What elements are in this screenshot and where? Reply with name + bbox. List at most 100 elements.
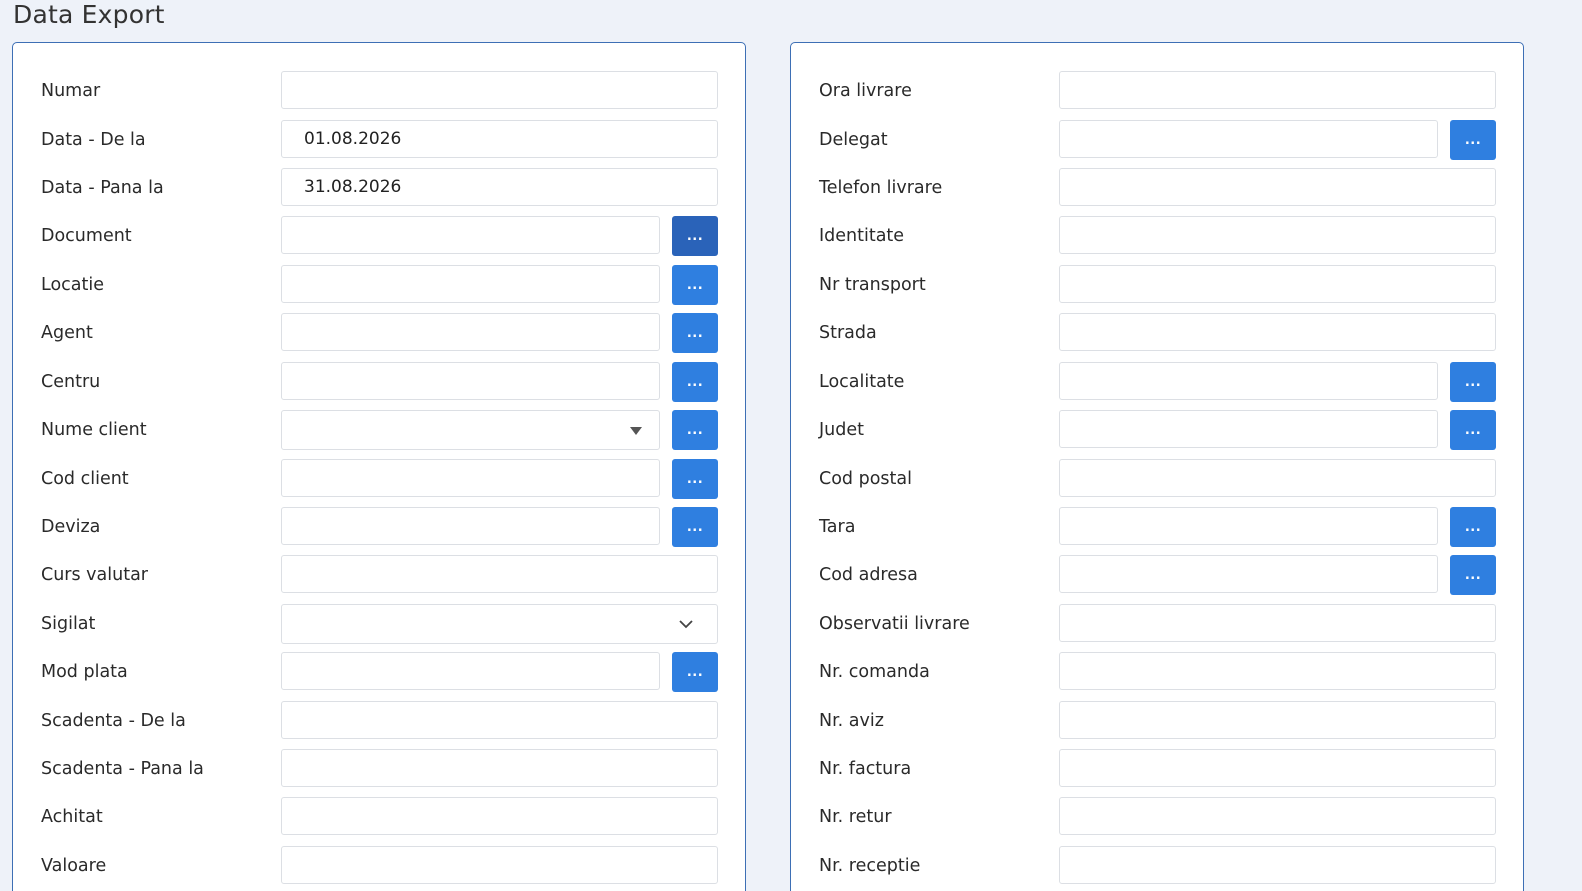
row-cod-client: Cod client ... bbox=[13, 459, 745, 499]
data-de-la-input[interactable]: 01.08.2026 bbox=[281, 120, 718, 158]
localitate-input[interactable] bbox=[1059, 362, 1438, 400]
scadenta-pana-la-input[interactable] bbox=[281, 749, 718, 787]
centru-label: Centru bbox=[41, 372, 101, 392]
row-centru: Centru ... bbox=[13, 362, 745, 402]
strada-input[interactable] bbox=[1059, 313, 1496, 351]
document-input[interactable] bbox=[281, 216, 660, 254]
nr-transport-input[interactable] bbox=[1059, 265, 1496, 303]
deviza-label: Deviza bbox=[41, 517, 101, 537]
nr-aviz-label: Nr. aviz bbox=[819, 711, 884, 731]
agent-input[interactable] bbox=[281, 313, 660, 351]
mod-plata-label: Mod plata bbox=[41, 662, 128, 682]
row-document: Document ... bbox=[13, 216, 745, 256]
centru-lookup-button[interactable]: ... bbox=[672, 362, 718, 402]
row-judet: Judet ... bbox=[791, 410, 1523, 450]
ora-livrare-input[interactable] bbox=[1059, 71, 1496, 109]
deviza-lookup-button[interactable]: ... bbox=[672, 507, 718, 547]
identitate-input[interactable] bbox=[1059, 216, 1496, 254]
curs-valutar-input[interactable] bbox=[281, 555, 718, 593]
cod-postal-input[interactable] bbox=[1059, 459, 1496, 497]
nr-transport-label: Nr transport bbox=[819, 275, 926, 295]
cod-adresa-lookup-button[interactable]: ... bbox=[1450, 555, 1496, 595]
row-valoare: Valoare bbox=[13, 846, 745, 886]
valoare-label: Valoare bbox=[41, 856, 107, 876]
judet-lookup-button[interactable]: ... bbox=[1450, 410, 1496, 450]
row-telefon-livrare: Telefon livrare bbox=[791, 168, 1523, 208]
row-observatii-livrare: Observatii livrare bbox=[791, 604, 1523, 644]
nr-retur-input[interactable] bbox=[1059, 797, 1496, 835]
valoare-input[interactable] bbox=[281, 846, 718, 884]
locatie-label: Locatie bbox=[41, 275, 104, 295]
row-locatie: Locatie ... bbox=[13, 265, 745, 305]
row-nr-receptie: Nr. receptie bbox=[791, 846, 1523, 886]
nume-client-combobox[interactable] bbox=[281, 410, 660, 450]
filter-panel-left: Numar Data - De la 01.08.2026 Data - Pan… bbox=[12, 42, 746, 891]
row-scadenta-pana-la: Scadenta - Pana la bbox=[13, 749, 745, 789]
deviza-input[interactable] bbox=[281, 507, 660, 545]
chevron-down-icon bbox=[679, 620, 693, 629]
tara-lookup-button[interactable]: ... bbox=[1450, 507, 1496, 547]
document-lookup-button[interactable]: ... bbox=[672, 216, 718, 256]
observatii-livrare-label: Observatii livrare bbox=[819, 614, 970, 634]
nr-factura-label: Nr. factura bbox=[819, 759, 912, 779]
delegat-lookup-button[interactable]: ... bbox=[1450, 120, 1496, 160]
judet-label: Judet bbox=[819, 420, 864, 440]
scadenta-de-la-input[interactable] bbox=[281, 701, 718, 739]
cod-client-input[interactable] bbox=[281, 459, 660, 497]
localitate-label: Localitate bbox=[819, 372, 905, 392]
nr-receptie-label: Nr. receptie bbox=[819, 856, 921, 876]
nr-comanda-label: Nr. comanda bbox=[819, 662, 930, 682]
row-localitate: Localitate ... bbox=[791, 362, 1523, 402]
nr-receptie-input[interactable] bbox=[1059, 846, 1496, 884]
row-delegat: Delegat ... bbox=[791, 120, 1523, 160]
row-nr-aviz: Nr. aviz bbox=[791, 701, 1523, 741]
delegat-input[interactable] bbox=[1059, 120, 1438, 158]
row-nume-client: Nume client ... bbox=[13, 410, 745, 450]
nr-aviz-input[interactable] bbox=[1059, 701, 1496, 739]
localitate-lookup-button[interactable]: ... bbox=[1450, 362, 1496, 402]
row-data-pana-la: Data - Pana la 31.08.2026 bbox=[13, 168, 745, 208]
row-scadenta-de-la: Scadenta - De la bbox=[13, 701, 745, 741]
achitat-label: Achitat bbox=[41, 807, 103, 827]
row-curs-valutar: Curs valutar bbox=[13, 555, 745, 595]
row-strada: Strada bbox=[791, 313, 1523, 353]
cod-client-lookup-button[interactable]: ... bbox=[672, 459, 718, 499]
tara-input[interactable] bbox=[1059, 507, 1438, 545]
achitat-input[interactable] bbox=[281, 797, 718, 835]
numar-label: Numar bbox=[41, 81, 101, 101]
row-identitate: Identitate bbox=[791, 216, 1523, 256]
centru-input[interactable] bbox=[281, 362, 660, 400]
tara-label: Tara bbox=[819, 517, 856, 537]
caret-down-icon[interactable] bbox=[630, 427, 642, 435]
numar-input[interactable] bbox=[281, 71, 718, 109]
data-pana-la-input[interactable]: 31.08.2026 bbox=[281, 168, 718, 206]
agent-lookup-button[interactable]: ... bbox=[672, 313, 718, 353]
sigilat-select[interactable] bbox=[281, 604, 718, 644]
sigilat-label: Sigilat bbox=[41, 614, 96, 634]
row-data-de-la: Data - De la 01.08.2026 bbox=[13, 120, 745, 160]
row-tara: Tara ... bbox=[791, 507, 1523, 547]
telefon-livrare-input[interactable] bbox=[1059, 168, 1496, 206]
locatie-lookup-button[interactable]: ... bbox=[672, 265, 718, 305]
ora-livrare-label: Ora livrare bbox=[819, 81, 912, 101]
scadenta-pana-la-label: Scadenta - Pana la bbox=[41, 759, 204, 779]
row-ora-livrare: Ora livrare bbox=[791, 71, 1523, 111]
filter-panel-right: Ora livrare Delegat ... Telefon livrare … bbox=[790, 42, 1524, 891]
nr-comanda-input[interactable] bbox=[1059, 652, 1496, 690]
mod-plata-input[interactable] bbox=[281, 652, 660, 690]
row-deviza: Deviza ... bbox=[13, 507, 745, 547]
observatii-livrare-input[interactable] bbox=[1059, 604, 1496, 642]
delegat-label: Delegat bbox=[819, 130, 888, 150]
row-sigilat: Sigilat bbox=[13, 604, 745, 644]
row-agent: Agent ... bbox=[13, 313, 745, 353]
curs-valutar-label: Curs valutar bbox=[41, 565, 148, 585]
row-numar: Numar bbox=[13, 71, 745, 111]
judet-input[interactable] bbox=[1059, 410, 1438, 448]
cod-postal-label: Cod postal bbox=[819, 469, 912, 489]
nume-client-lookup-button[interactable]: ... bbox=[672, 410, 718, 450]
cod-adresa-input[interactable] bbox=[1059, 555, 1438, 593]
mod-plata-lookup-button[interactable]: ... bbox=[672, 652, 718, 692]
nr-factura-input[interactable] bbox=[1059, 749, 1496, 787]
locatie-input[interactable] bbox=[281, 265, 660, 303]
row-nr-comanda: Nr. comanda bbox=[791, 652, 1523, 692]
